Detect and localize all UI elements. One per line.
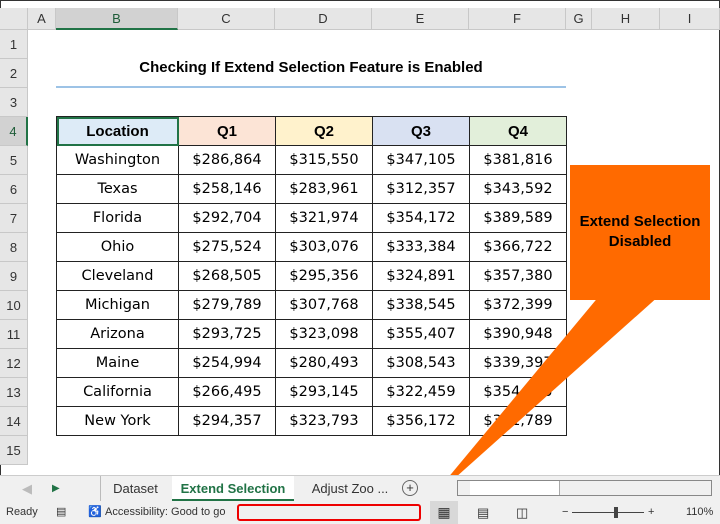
tab-dataset[interactable]: Dataset xyxy=(100,476,170,501)
tab-extend-selection[interactable]: Extend Selection xyxy=(172,476,294,501)
zoom-out-button[interactable]: − xyxy=(562,501,568,524)
accessibility-icon: ♿ xyxy=(88,501,102,524)
callout-box: Extend Selection Disabled xyxy=(570,165,710,300)
macro-icon[interactable]: ▤ xyxy=(56,501,66,524)
zoom-slider-thumb[interactable] xyxy=(614,507,618,518)
zoom-level[interactable]: 110% xyxy=(686,501,713,524)
zoom-slider[interactable] xyxy=(572,512,644,513)
sheet-tabs-bar: ◀ ▶ Dataset Extend Selection Adjust Zoo … xyxy=(0,475,720,501)
normal-view-icon[interactable]: ▦ xyxy=(430,501,458,524)
add-sheet-icon[interactable]: + xyxy=(402,480,418,496)
tab-adjust-zoom[interactable]: Adjust Zoo ... xyxy=(300,476,400,501)
tab-scroll-left-icon[interactable]: ◀ xyxy=(22,476,32,501)
status-ready: Ready xyxy=(6,501,38,524)
tab-scroll-right-icon[interactable]: ▶ xyxy=(52,476,60,501)
horizontal-scrollbar[interactable] xyxy=(457,480,712,496)
accessibility-status[interactable]: Accessibility: Good to go xyxy=(105,501,225,524)
page-layout-icon[interactable]: ▤ xyxy=(477,501,489,524)
highlight-box xyxy=(237,504,421,521)
status-bar: Ready ▤ ♿ Accessibility: Good to go ▦ ▤ … xyxy=(0,501,720,524)
page-break-icon[interactable]: ◫ xyxy=(516,501,528,524)
zoom-in-button[interactable]: + xyxy=(648,501,654,524)
